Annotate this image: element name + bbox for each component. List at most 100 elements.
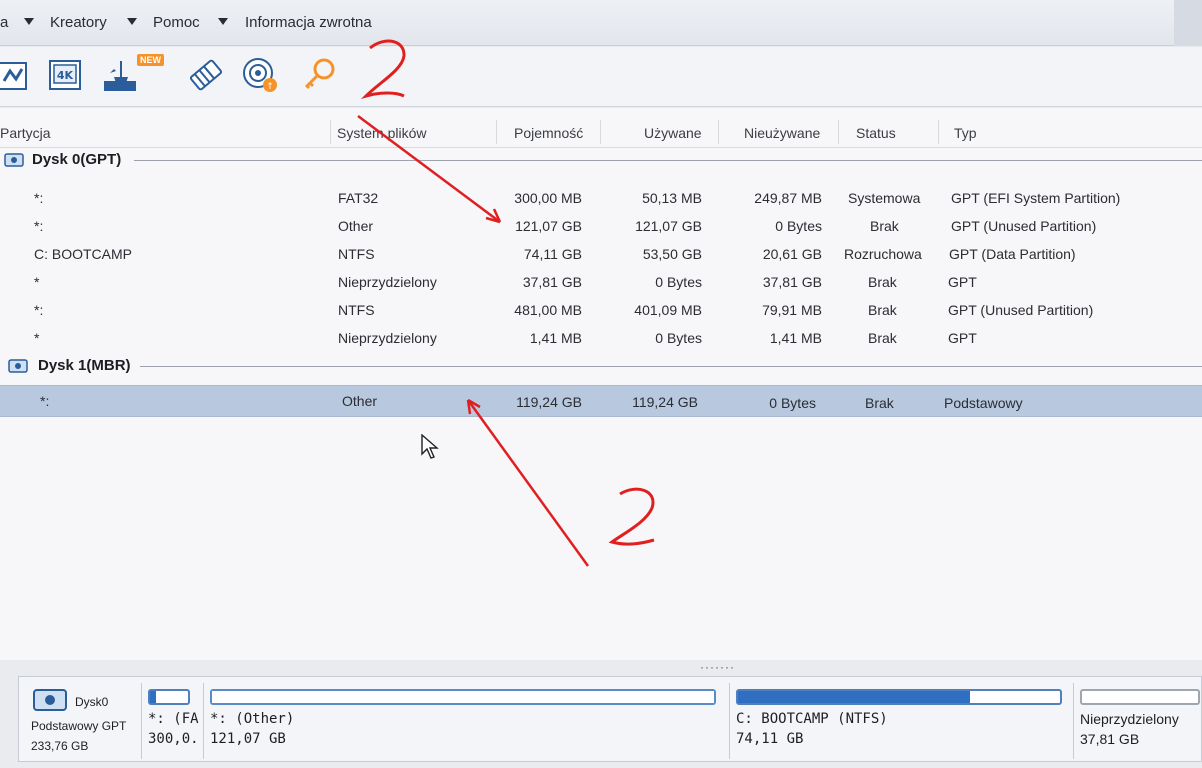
disk-recovery-icon[interactable]: ↑ bbox=[240, 55, 280, 95]
disk-icon bbox=[8, 359, 28, 373]
cell-used: 53,50 GB bbox=[642, 246, 702, 262]
disk-group-header[interactable]: Dysk 0(GPT) bbox=[0, 148, 1202, 172]
cell-partition: C: BOOTCAMP bbox=[34, 246, 133, 262]
chevron-down-icon[interactable] bbox=[127, 18, 137, 25]
disk-label: Dysk 1(MBR) bbox=[38, 357, 131, 374]
eraser-icon[interactable] bbox=[186, 55, 226, 95]
disk-name: Dysk0 bbox=[75, 695, 109, 709]
divider bbox=[134, 160, 1202, 161]
disk-map-partition[interactable]: C: BOOTCAMP (NTFS) 74,11 GB bbox=[729, 683, 1069, 759]
col-header-filesystem[interactable]: System plików bbox=[337, 125, 426, 141]
cell-partition: *: bbox=[34, 302, 44, 318]
disk-cleanup-icon[interactable] bbox=[100, 55, 140, 95]
col-header-capacity[interactable]: Pojemność bbox=[514, 125, 583, 141]
cell-unused: 0 Bytes bbox=[775, 218, 822, 234]
usage-bar bbox=[736, 689, 1062, 705]
cell-type: GPT bbox=[948, 274, 977, 290]
svg-text:↑: ↑ bbox=[266, 82, 274, 92]
partition-label: *: (FA bbox=[148, 711, 199, 727]
divider bbox=[140, 366, 1202, 367]
4k-align-icon[interactable]: 4K bbox=[46, 55, 86, 95]
table-row[interactable]: C: BOOTCAMP NTFS 74,11 GB 53,50 GB 20,61… bbox=[0, 240, 1202, 268]
cell-capacity: 481,00 MB bbox=[514, 302, 582, 318]
disk-size: 233,76 GB bbox=[31, 739, 89, 753]
cell-capacity: 119,24 GB bbox=[516, 394, 582, 410]
disk-map-partition[interactable]: *: (Other) 121,07 GB bbox=[203, 683, 723, 759]
col-header-used[interactable]: Używane bbox=[644, 125, 702, 141]
cell-unused: 0 Bytes bbox=[769, 395, 816, 411]
table-row[interactable]: * Nieprzydzielony 37,81 GB 0 Bytes 37,81… bbox=[0, 268, 1202, 296]
partition-label: C: BOOTCAMP (NTFS) bbox=[736, 711, 888, 727]
menu-item-pomoc[interactable]: Pomoc bbox=[153, 14, 200, 31]
column-divider[interactable] bbox=[838, 120, 839, 144]
col-header-type[interactable]: Typ bbox=[954, 125, 977, 141]
cell-status: Brak bbox=[868, 274, 897, 290]
cell-status: Brak bbox=[868, 302, 897, 318]
disk-type: Podstawowy GPT bbox=[31, 719, 127, 733]
table-row-selected[interactable]: *: Other 119,24 GB 119,24 GB 0 Bytes Bra… bbox=[0, 385, 1202, 417]
table-header: Partycja System plików Pojemność Używane… bbox=[0, 116, 1202, 148]
usage-fill bbox=[212, 691, 714, 703]
column-divider[interactable] bbox=[718, 120, 719, 144]
partition-wizard-icon[interactable] bbox=[0, 55, 34, 95]
table-row[interactable]: *: NTFS 481,00 MB 401,09 MB 79,91 MB Bra… bbox=[0, 296, 1202, 324]
cell-unused: 79,91 MB bbox=[762, 302, 822, 318]
cell-filesystem: Nieprzydzielony bbox=[338, 330, 437, 346]
disk-group-header[interactable]: Dysk 1(MBR) bbox=[0, 354, 1202, 378]
cell-type: GPT (Unused Partition) bbox=[948, 302, 1094, 318]
chevron-down-icon[interactable] bbox=[218, 18, 228, 25]
cell-used: 121,07 GB bbox=[635, 218, 702, 234]
partition-label: Nieprzydzielony bbox=[1080, 711, 1179, 727]
cell-filesystem: Other bbox=[342, 393, 378, 409]
partition-size: 300,0.. bbox=[148, 731, 202, 747]
partition-size: 121,07 GB bbox=[210, 731, 286, 747]
menu-item-feedback[interactable]: Informacja zwrotna bbox=[245, 14, 372, 31]
usage-bar bbox=[1080, 689, 1200, 705]
cell-unused: 1,41 MB bbox=[769, 330, 822, 346]
disk-label: Dysk 0(GPT) bbox=[32, 151, 122, 168]
disk-map-partition[interactable]: *: (FA 300,0.. bbox=[141, 683, 202, 759]
cell-unused: 20,61 GB bbox=[762, 246, 822, 262]
cell-unused: 37,81 GB bbox=[762, 274, 822, 290]
col-header-status[interactable]: Status bbox=[856, 125, 896, 141]
table-row[interactable]: *: FAT32 300,00 MB 50,13 MB 249,87 MB Sy… bbox=[0, 184, 1202, 212]
disk-map: Dysk0 Podstawowy GPT 233,76 GB *: (FA 30… bbox=[18, 676, 1202, 762]
table-row[interactable]: *: Other 121,07 GB 121,07 GB 0 Bytes Bra… bbox=[0, 212, 1202, 240]
cell-status: Systemowa bbox=[848, 190, 921, 206]
col-header-unused[interactable]: Nieużywane bbox=[744, 125, 820, 141]
cell-filesystem: NTFS bbox=[338, 246, 375, 262]
disk-icon bbox=[33, 689, 67, 711]
menu-item-partial[interactable]: a bbox=[0, 14, 8, 31]
toolbar: 4K NEW ↑ bbox=[0, 47, 1202, 107]
chevron-down-icon[interactable] bbox=[24, 18, 34, 25]
cell-type: GPT (Unused Partition) bbox=[951, 218, 1097, 234]
column-divider[interactable] bbox=[496, 120, 497, 144]
disk-map-disk0[interactable]: Dysk0 Podstawowy GPT 233,76 GB bbox=[19, 677, 137, 761]
cell-capacity: 74,11 GB bbox=[523, 246, 582, 262]
new-badge: NEW bbox=[137, 54, 164, 66]
cell-filesystem: FAT32 bbox=[338, 190, 379, 206]
cell-partition: * bbox=[34, 330, 40, 346]
cell-used: 401,09 MB bbox=[634, 302, 702, 318]
column-divider[interactable] bbox=[330, 120, 331, 144]
pane-splitter[interactable]: ······· bbox=[700, 660, 735, 674]
disk-map-partition[interactable]: Nieprzydzielony 37,81 GB bbox=[1073, 683, 1201, 759]
menu-item-kreatory[interactable]: Kreatory bbox=[50, 14, 107, 31]
partition-table: Partycja System plików Pojemność Używane… bbox=[0, 108, 1202, 660]
cell-capacity: 300,00 MB bbox=[514, 190, 582, 206]
license-key-icon[interactable] bbox=[298, 55, 338, 95]
cell-type: Podstawowy bbox=[944, 395, 1023, 411]
cell-capacity: 121,07 GB bbox=[515, 218, 582, 234]
cell-type: GPT bbox=[948, 330, 977, 346]
cell-status: Brak bbox=[868, 330, 897, 346]
cell-used: 0 Bytes bbox=[655, 330, 702, 346]
col-header-partition[interactable]: Partycja bbox=[0, 125, 51, 141]
column-divider[interactable] bbox=[938, 120, 939, 144]
cell-filesystem: NTFS bbox=[338, 302, 375, 318]
column-divider[interactable] bbox=[600, 120, 601, 144]
window-edge bbox=[1174, 0, 1202, 46]
cell-used: 0 Bytes bbox=[655, 274, 702, 290]
mouse-cursor-icon bbox=[421, 434, 439, 459]
table-row[interactable]: * Nieprzydzielony 1,41 MB 0 Bytes 1,41 M… bbox=[0, 324, 1202, 352]
cell-capacity: 1,41 MB bbox=[529, 330, 582, 346]
